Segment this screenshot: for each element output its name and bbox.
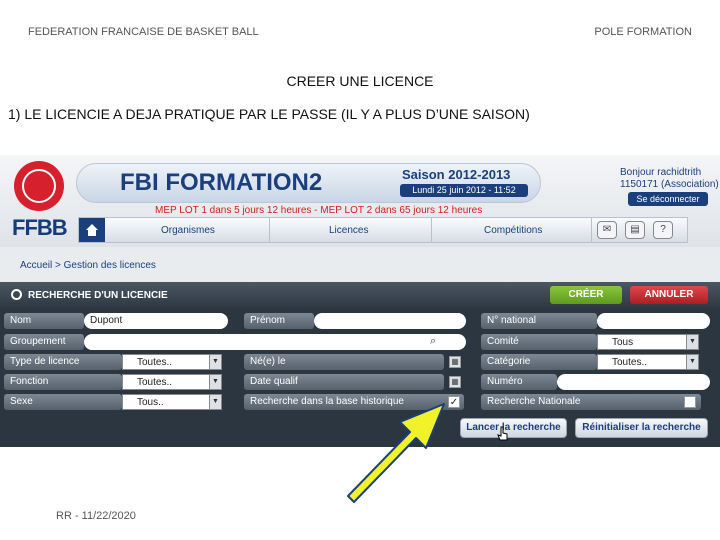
ffbb-ball-logo	[14, 161, 64, 211]
categorie-select[interactable]: Toutes.. ▼	[597, 354, 699, 370]
nav-item-competitions[interactable]: Compétitions	[484, 225, 542, 236]
nom-label: Nom	[4, 313, 84, 329]
mep-notice: MEP LOT 1 dans 5 jours 12 heures - MEP L…	[155, 205, 483, 216]
categorie-value: Toutes..	[612, 357, 648, 368]
nationale-checkbox[interactable]	[684, 396, 696, 408]
comite-select[interactable]: Tous ▼	[597, 334, 699, 350]
chevron-down-icon: ▼	[209, 355, 221, 369]
cursor-icon	[497, 426, 508, 441]
season-box: Saison 2012-2013 Lundi 25 juin 2012 - 11…	[390, 167, 538, 199]
sexe-value: Tous..	[137, 397, 164, 408]
groupement-label: Groupement	[4, 334, 84, 350]
mail-icon[interactable]: ✉	[597, 221, 617, 239]
nom-field[interactable]: Dupont	[84, 313, 228, 329]
numero-national-field[interactable]	[597, 313, 710, 329]
help-icon[interactable]: ?	[653, 221, 673, 239]
prenom-field[interactable]	[314, 313, 466, 329]
slide-header-left: FEDERATION FRANCAISE DE BASKET BALL	[28, 26, 259, 38]
user-greeting: Bonjour rachidtrith	[620, 167, 702, 178]
groupement-field[interactable]	[84, 334, 466, 350]
type-licence-select[interactable]: Toutes.. ▼	[122, 354, 222, 370]
comite-value: Tous	[612, 337, 634, 348]
home-icon	[86, 224, 98, 236]
nav-separator	[431, 218, 432, 242]
date-display: Lundi 25 juin 2012 - 11:52	[400, 184, 528, 197]
cancel-button[interactable]: ANNULER	[630, 286, 708, 304]
sexe-select[interactable]: Tous.. ▼	[122, 394, 222, 410]
app-screenshot: FFBB FBI FORMATION2 Saison 2012-2013 Lun…	[0, 155, 720, 447]
comite-label: Comité	[481, 334, 597, 350]
create-button[interactable]: CRÉER	[550, 286, 622, 304]
user-org: 1150171 (Association)	[620, 179, 719, 190]
breadcrumb[interactable]: Accueil > Gestion des licences	[20, 260, 156, 271]
type-licence-value: Toutes..	[137, 357, 173, 368]
book-icon[interactable]: ▤	[625, 221, 645, 239]
categorie-label: Catégorie	[481, 354, 597, 370]
date-qualif-label: Date qualif	[244, 374, 444, 390]
logout-button[interactable]: Se déconnecter	[628, 192, 708, 206]
nav-item-licences[interactable]: Licences	[329, 225, 368, 236]
app-title: FBI FORMATION2	[120, 169, 323, 196]
main-nav: Organismes Licences Compétitions ✉ ▤ ?	[78, 217, 688, 243]
type-licence-label: Type de licence	[4, 354, 122, 370]
numero-field[interactable]	[557, 374, 710, 390]
numero-label: Numéro	[481, 374, 557, 390]
slide-footer: RR - 11/22/2020	[56, 510, 136, 522]
home-button[interactable]	[79, 218, 105, 242]
chevron-down-icon: ▼	[686, 335, 698, 349]
ne-le-label: Né(e) le	[244, 354, 444, 370]
fonction-value: Toutes..	[137, 377, 173, 388]
search-panel-header: RECHERCHE D'UN LICENCIE CRÉER ANNULER	[0, 282, 720, 308]
numero-national-label: N° national	[481, 313, 597, 329]
magnifier-icon[interactable]: ⌕	[430, 335, 436, 348]
nav-separator	[591, 218, 592, 242]
chevron-down-icon: ▼	[209, 395, 221, 409]
slide-subtitle: 1) LE LICENCIE A DEJA PRATIQUE PAR LE PA…	[8, 106, 530, 122]
user-info: Bonjour rachidtrith 1150171 (Association…	[620, 167, 719, 191]
search-panel-title: RECHERCHE D'UN LICENCIE	[28, 290, 168, 301]
nav-item-organismes[interactable]: Organismes	[161, 225, 215, 236]
fonction-label: Fonction	[4, 374, 122, 390]
calendar-icon[interactable]: ▦	[449, 376, 461, 388]
chevron-down-icon: ▼	[209, 375, 221, 389]
chevron-down-icon: ▼	[686, 355, 698, 369]
nationale-label: Recherche Nationale	[481, 394, 701, 410]
ffbb-logo-text: FFBB	[12, 215, 68, 240]
reset-search-button[interactable]: Réinitialiser la recherche	[575, 418, 708, 438]
historique-label: Recherche dans la base historique	[244, 394, 464, 410]
historique-checkbox[interactable]: ✓	[448, 396, 460, 408]
app-header: FFBB FBI FORMATION2 Saison 2012-2013 Lun…	[0, 155, 720, 247]
season-label: Saison 2012-2013	[402, 167, 511, 182]
search-icon	[11, 289, 22, 300]
fonction-select[interactable]: Toutes.. ▼	[122, 374, 222, 390]
slide-title: CREER UNE LICENCE	[286, 73, 434, 89]
search-button[interactable]: Lancer la recherche	[460, 418, 567, 438]
calendar-icon[interactable]: ▦	[449, 356, 461, 368]
sexe-label: Sexe	[4, 394, 122, 410]
slide-header-right: POLE FORMATION	[594, 26, 692, 38]
prenom-label: Prénom	[244, 313, 314, 329]
nav-separator	[269, 218, 270, 242]
